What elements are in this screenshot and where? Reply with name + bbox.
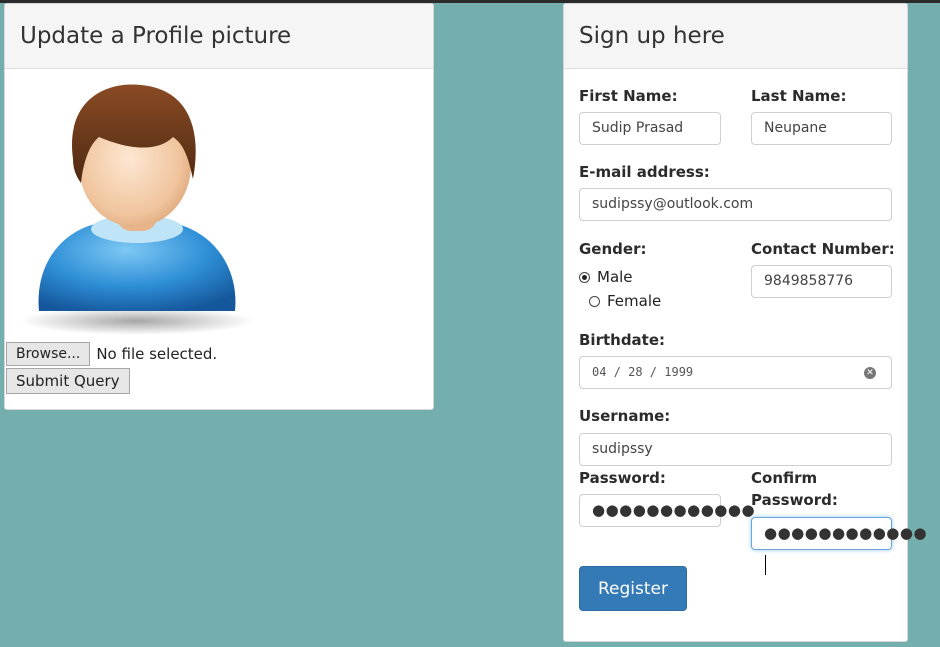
last-name-field[interactable]: Neupane: [751, 112, 892, 145]
confirm-password-field[interactable]: ●●●●●●●●●●●●: [751, 517, 927, 575]
birthdate-value: 04 / 28 / 1999: [592, 365, 694, 379]
user-avatar-icon: [17, 79, 257, 343]
birthdate-label: Birthdate:: [579, 331, 666, 349]
last-name-label: Last Name:: [751, 87, 847, 105]
contact-number-label: Contact Number:: [751, 240, 895, 258]
male-radio[interactable]: [579, 271, 590, 283]
browse-button[interactable]: Browse...: [6, 342, 91, 366]
email-label: E-mail address:: [579, 163, 710, 181]
clear-date-icon[interactable]: ✕: [864, 367, 876, 379]
female-radio[interactable]: [589, 295, 600, 307]
confirm-label-line1: Confirm: [751, 469, 818, 487]
confirm-password-value: ●●●●●●●●●●●●: [764, 524, 928, 542]
profile-picture-panel: Update a Profile picture Browse... No fi…: [4, 3, 434, 410]
profile-panel-title: Update a Profile picture: [5, 4, 433, 69]
gender-option-male[interactable]: Male: [579, 268, 633, 286]
username-label: Username:: [579, 407, 671, 425]
submit-query-button[interactable]: Submit Query: [6, 368, 130, 394]
password-field[interactable]: ●●●●●●●●●●●●: [579, 494, 755, 527]
contact-number-field[interactable]: 9849858776: [751, 265, 892, 298]
signup-panel: Sign up here First Name: Sudip Prasad La…: [563, 3, 927, 642]
file-status-text: No file selected.: [96, 345, 218, 363]
gender-label: Gender:: [579, 240, 647, 258]
file-upload-row: Browse... No file selected.: [6, 341, 217, 367]
text-caret: [765, 554, 766, 575]
male-label: Male: [597, 268, 633, 286]
username-field[interactable]: sudipssy: [579, 433, 892, 466]
register-button[interactable]: Register: [579, 566, 687, 611]
first-name-field[interactable]: Sudip Prasad: [579, 112, 721, 145]
password-label: Password:: [579, 469, 666, 487]
confirm-label-line2: Password:: [751, 491, 838, 509]
email-field[interactable]: sudipssy@outlook.com: [579, 188, 892, 221]
submit-row: Submit Query: [6, 368, 130, 394]
birthdate-field[interactable]: 04 / 28 / 1999 ✕: [579, 356, 892, 389]
confirm-password-label: Confirm Password:: [751, 467, 838, 511]
first-name-label: First Name:: [579, 87, 678, 105]
gender-option-female[interactable]: Female: [589, 292, 661, 310]
female-label: Female: [607, 292, 662, 310]
signup-panel-title: Sign up here: [564, 4, 907, 69]
